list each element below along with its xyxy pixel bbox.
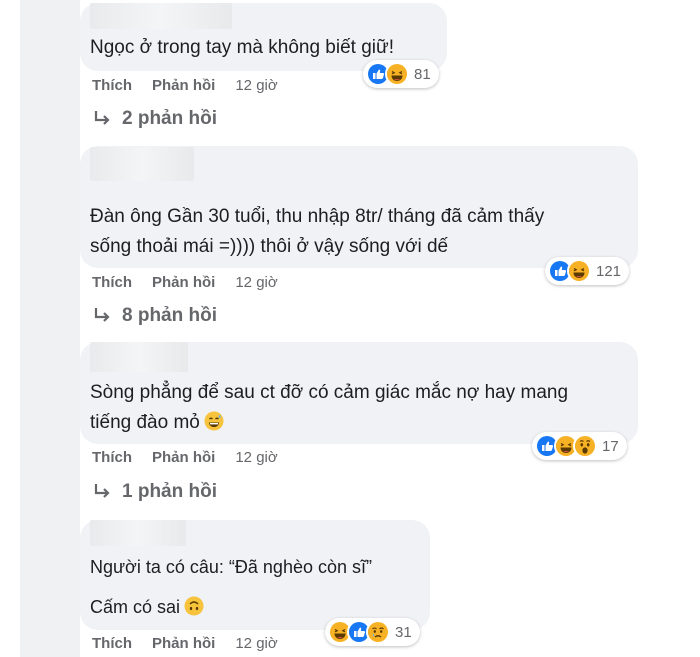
comment-actions: Thích Phản hồi 12 giờ [92,77,278,94]
haha-icon [567,259,591,283]
timestamp[interactable]: 12 giờ [235,274,277,291]
reaction-count: 31 [395,623,412,641]
comment-text-line: tiếng đào mỏ [90,408,224,438]
blurred-author-name [90,3,232,29]
reaction-summary[interactable]: 121 [545,257,630,285]
blurred-author-name [90,520,186,546]
reaction-summary[interactable]: 17 [532,432,627,460]
reaction-count: 81 [414,65,431,83]
comment-text: Sòng phẳng để sau ct đỡ có cảm giác mắc … [90,382,569,403]
reaction-count: 17 [602,437,619,455]
haha-icon [385,62,409,86]
view-replies-label: 2 phản hồi [122,108,217,129]
timestamp[interactable]: 12 giờ [235,77,277,94]
view-replies[interactable]: 2 phản hồi [92,108,217,130]
like-button[interactable]: Thích [92,635,132,652]
view-replies[interactable]: 1 phản hồi [92,481,217,503]
timestamp[interactable]: 12 giờ [235,449,277,466]
grinning-sweat-icon [204,411,224,431]
view-replies[interactable]: 8 phản hồi [92,305,217,327]
wow-icon [573,434,597,458]
comment-text: Ngọc ở trong tay mà không biết giữ! [90,37,394,58]
sad-icon [366,620,390,644]
reply-button[interactable]: Phản hồi [152,635,215,652]
like-button[interactable]: Thích [92,77,132,94]
reply-arrow-icon [94,484,110,498]
reply-button[interactable]: Phản hồi [152,274,215,291]
timestamp[interactable]: 12 giờ [235,635,277,652]
reaction-summary[interactable]: 31 [325,618,420,646]
comment-text: tiếng đào mỏ [90,412,200,433]
comment-text: sống thoải mái =)))) thôi ở vậy sống với… [90,236,449,257]
comment-actions: Thích Phản hồi 12 giờ [92,635,278,652]
like-button[interactable]: Thích [92,274,132,291]
comment-actions: Thích Phản hồi 12 giờ [92,449,278,466]
reply-button[interactable]: Phản hồi [152,449,215,466]
comment-text: Cấm có sai [90,597,181,617]
comment-text: Đàn ông Gần 30 tuổi, thu nhập 8tr/ tháng… [90,206,545,227]
reaction-summary[interactable]: 81 [363,60,439,88]
reply-arrow-icon [94,308,110,322]
reaction-count: 121 [596,262,622,280]
reply-button[interactable]: Phản hồi [152,77,215,94]
avatar-column [20,0,80,657]
comment-actions: Thích Phản hồi 12 giờ [92,274,278,291]
view-replies-label: 1 phản hồi [122,481,217,502]
blurred-author-name [90,147,194,181]
reply-arrow-icon [94,111,110,125]
blurred-author-name [90,342,188,372]
like-button[interactable]: Thích [92,449,132,466]
comment-text-line: Cấm có sai [90,592,204,622]
upside-down-face-icon [184,596,204,616]
comment-text: Người ta có câu: “Đã nghèo còn sĩ” [90,557,372,577]
view-replies-label: 8 phản hồi [122,305,217,326]
